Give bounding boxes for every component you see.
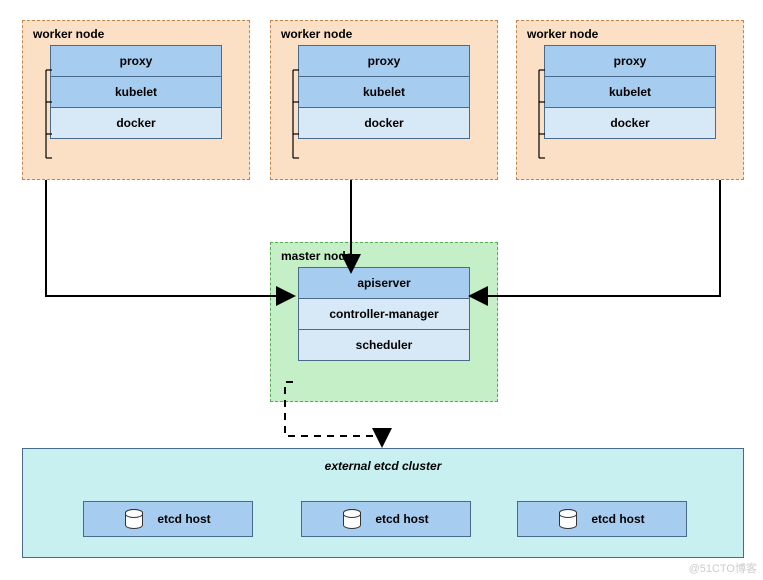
arrow-master-etcd-dashed bbox=[285, 382, 382, 444]
watermark: @51CTO博客 bbox=[689, 560, 757, 576]
arrows-layer bbox=[0, 0, 763, 580]
diagram: worker node proxy kubelet docker worker … bbox=[0, 0, 763, 580]
arrow-worker3-apiserver bbox=[472, 180, 720, 296]
arrow-worker1-apiserver bbox=[46, 180, 292, 296]
